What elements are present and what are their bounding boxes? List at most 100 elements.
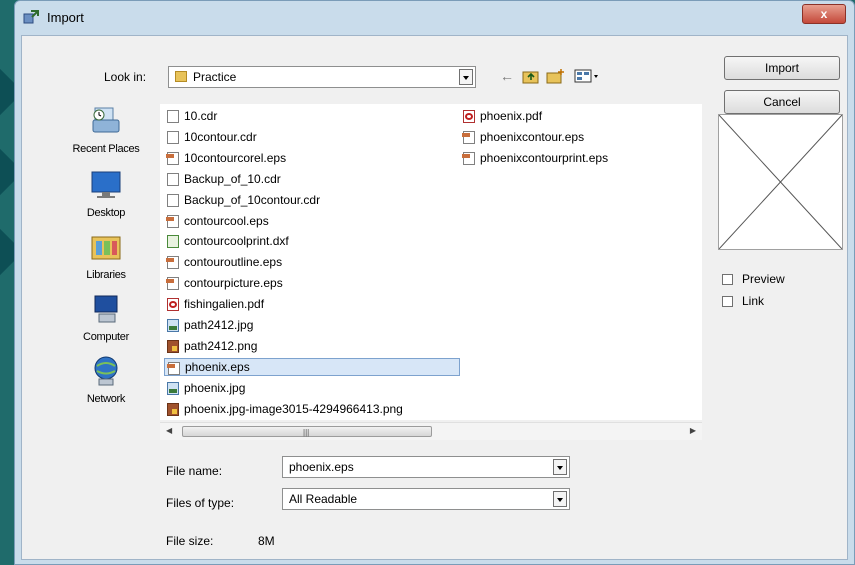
eps-file-icon <box>166 214 179 228</box>
dxf-file-icon <box>167 235 179 249</box>
preview-label: Preview <box>742 272 785 286</box>
file-item[interactable]: phoenix.jpg-image3015-4294966413.png <box>164 400 407 418</box>
scroll-left-icon[interactable]: ◀ <box>166 426 172 435</box>
file-name: Backup_of_10contour.cdr <box>184 192 321 207</box>
place-recent-places[interactable]: Recent Places <box>56 104 156 155</box>
link-checkbox[interactable] <box>722 296 733 307</box>
look-in-label: Look in: <box>104 70 147 84</box>
file-name: 10contour.cdr <box>184 129 257 144</box>
file-name: phoenixcontour.eps <box>480 129 585 144</box>
file-name: contourcoolprint.dxf <box>184 234 289 249</box>
jpg-file-icon <box>167 381 179 395</box>
file-item[interactable]: path2412.jpg <box>164 316 257 334</box>
places-bar: Recent Places Desktop Libraries Computer… <box>56 96 156 426</box>
import-dialog: Import x Look in: Practice ← Import Canc… <box>14 0 855 565</box>
eps-file-icon <box>166 151 179 165</box>
eps-file-icon <box>462 130 475 144</box>
file-list[interactable]: 10.cdr 10contour.cdr 10contourcorel.eps Bac… <box>160 104 702 420</box>
file-item[interactable]: contourpicture.eps <box>164 274 287 292</box>
place-desktop[interactable]: Desktop <box>56 168 156 219</box>
png-file-icon <box>167 339 179 353</box>
eps-file-icon <box>167 361 180 375</box>
files-of-type-value: All Readable <box>289 492 358 506</box>
place-label: Network <box>86 393 126 405</box>
file-item[interactable]: phoenixcontour.eps <box>460 128 588 146</box>
file-item[interactable]: Backup_of_10contour.cdr <box>164 191 324 209</box>
place-network[interactable]: Network <box>56 354 156 405</box>
network-icon <box>94 356 118 386</box>
window-title: Import <box>47 10 84 25</box>
scroll-thumb[interactable]: ||| <box>182 426 432 437</box>
file-name: phoenix.jpg <box>184 380 246 395</box>
file-item[interactable]: 10contourcorel.eps <box>164 149 290 167</box>
look-in-dropdown[interactable]: Practice <box>168 66 476 88</box>
look-in-value: Practice <box>193 70 237 84</box>
doc-file-icon <box>167 110 179 123</box>
file-name-value: phoenix.eps <box>289 460 354 474</box>
file-item[interactable]: contourcoolprint.dxf <box>164 232 293 250</box>
file-item[interactable]: path2412.png <box>164 337 261 355</box>
file-name-field[interactable]: phoenix.eps <box>282 456 570 478</box>
chevron-down-icon[interactable] <box>459 69 473 85</box>
file-name: phoenix.eps <box>185 359 250 374</box>
file-item[interactable]: phoenix.jpg <box>164 379 249 397</box>
file-name: Backup_of_10.cdr <box>184 171 281 186</box>
pdf-file-icon <box>167 298 179 312</box>
file-name-label: File name: <box>166 464 223 478</box>
file-name: contourpicture.eps <box>184 276 283 291</box>
title-bar: Import x <box>15 1 854 35</box>
libraries-icon <box>91 236 121 260</box>
eps-file-icon <box>166 256 179 270</box>
file-name: path2412.png <box>184 338 258 353</box>
view-menu-icon[interactable] <box>574 68 600 84</box>
import-icon <box>23 10 39 24</box>
file-name: 10contourcorel.eps <box>184 150 287 165</box>
file-name: 10.cdr <box>184 109 218 123</box>
file-item[interactable]: phoenixcontourprint.eps <box>460 149 612 167</box>
file-size-label: File size: <box>166 534 214 548</box>
empty-preview-cross <box>719 115 842 249</box>
close-button[interactable]: x <box>802 4 846 24</box>
place-label: Recent Places <box>72 143 140 155</box>
preview-area <box>718 114 843 250</box>
import-button[interactable]: Import <box>724 56 840 80</box>
file-item[interactable]: phoenix.pdf <box>460 107 546 125</box>
back-arrow-icon[interactable]: ← <box>500 68 514 84</box>
file-size-value: 8M <box>258 534 275 548</box>
file-item[interactable]: 10.cdr <box>164 107 221 125</box>
file-name: phoenix.jpg-image3015-4294966413.png <box>184 401 403 416</box>
place-libraries[interactable]: Libraries <box>56 230 156 281</box>
horizontal-scrollbar[interactable]: ◀ ||| ▶ <box>160 422 702 440</box>
new-folder-icon[interactable] <box>546 68 566 84</box>
place-computer[interactable]: Computer <box>56 292 156 343</box>
file-name: phoenix.pdf <box>480 109 543 123</box>
eps-file-icon <box>166 277 179 291</box>
scroll-grip-icon: ||| <box>303 428 310 437</box>
scroll-right-icon[interactable]: ▶ <box>690 426 696 435</box>
dialog-body: Look in: Practice ← Import Cancel Previe… <box>21 35 848 560</box>
recent-places-icon <box>92 107 120 133</box>
files-of-type-label: Files of type: <box>166 496 235 510</box>
up-folder-icon[interactable] <box>522 69 540 84</box>
files-of-type-dropdown[interactable]: All Readable <box>282 488 570 510</box>
file-name: contourcool.eps <box>184 213 269 228</box>
doc-file-icon <box>167 172 179 186</box>
file-name: phoenixcontourprint.eps <box>480 150 609 165</box>
file-item[interactable]: contouroutline.eps <box>164 253 286 271</box>
cancel-button[interactable]: Cancel <box>724 90 840 114</box>
png-file-icon <box>167 402 179 416</box>
file-item[interactable]: fishingalien.pdf <box>164 295 268 313</box>
doc-file-icon <box>167 193 179 207</box>
file-item[interactable]: contourcool.eps <box>164 212 273 230</box>
desktop-icon <box>91 171 121 198</box>
file-item[interactable]: Backup_of_10.cdr <box>164 170 285 188</box>
file-item[interactable]: 10contour.cdr <box>164 128 261 146</box>
preview-checkbox[interactable] <box>722 274 733 285</box>
file-name: fishingalien.pdf <box>184 297 265 312</box>
pdf-file-icon <box>463 110 475 123</box>
jpg-file-icon <box>167 319 179 332</box>
file-name: path2412.jpg <box>184 318 254 332</box>
file-item[interactable]: phoenix.eps <box>164 357 460 376</box>
chevron-down-icon[interactable] <box>553 459 567 475</box>
chevron-down-icon[interactable] <box>553 491 567 507</box>
